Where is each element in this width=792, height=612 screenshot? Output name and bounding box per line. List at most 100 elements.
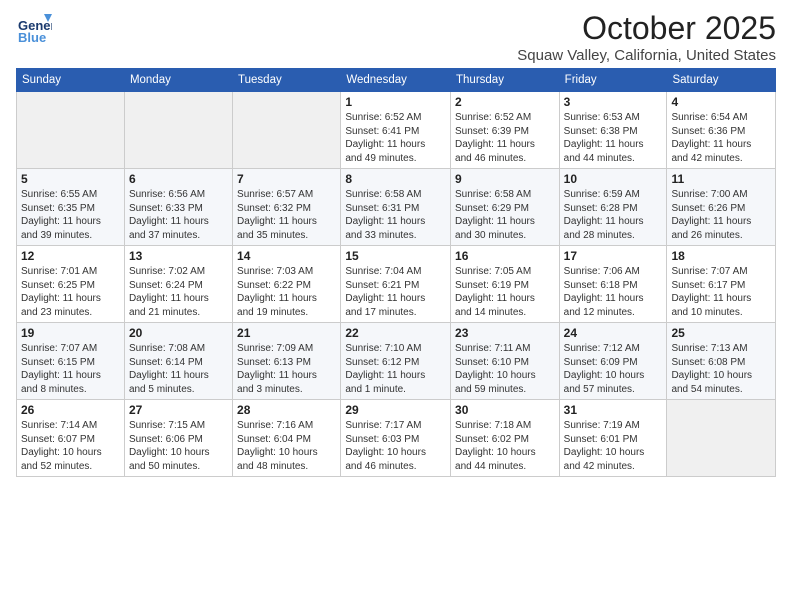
calendar-cell: 16 Sunrise: 7:05 AMSunset: 6:19 PMDayligh… <box>451 246 560 323</box>
day-number: 22 <box>345 326 446 340</box>
day-info: Sunrise: 7:07 AMSunset: 6:17 PMDaylight:… <box>671 265 771 319</box>
col-friday: Friday <box>559 69 667 92</box>
day-number: 8 <box>345 172 446 186</box>
day-number: 6 <box>129 172 228 186</box>
day-number: 15 <box>345 249 446 263</box>
day-number: 21 <box>237 326 336 340</box>
calendar-cell: 5 Sunrise: 6:55 AMSunset: 6:35 PMDaylight… <box>17 169 125 246</box>
day-info: Sunrise: 6:58 AMSunset: 6:31 PMDaylight:… <box>345 188 446 242</box>
day-number: 28 <box>237 403 336 417</box>
location-title: Squaw Valley, California, United States <box>517 47 776 64</box>
header: General Blue October 2025 Squaw Valley, … <box>16 10 776 64</box>
calendar-cell: 7 Sunrise: 6:57 AMSunset: 6:32 PMDaylight… <box>233 169 341 246</box>
day-info: Sunrise: 7:12 AMSunset: 6:09 PMDaylight:… <box>564 342 663 396</box>
calendar-cell: 11 Sunrise: 7:00 AMSunset: 6:26 PMDayligh… <box>667 169 776 246</box>
calendar-cell: 20 Sunrise: 7:08 AMSunset: 6:14 PMDayligh… <box>124 323 232 400</box>
day-number: 29 <box>345 403 446 417</box>
day-number: 17 <box>564 249 663 263</box>
calendar-cell: 22 Sunrise: 7:10 AMSunset: 6:12 PMDayligh… <box>341 323 451 400</box>
day-info: Sunrise: 6:53 AMSunset: 6:38 PMDaylight:… <box>564 111 663 165</box>
day-info: Sunrise: 7:01 AMSunset: 6:25 PMDaylight:… <box>21 265 120 319</box>
calendar-cell <box>233 92 341 169</box>
day-info: Sunrise: 6:52 AMSunset: 6:41 PMDaylight:… <box>345 111 446 165</box>
col-wednesday: Wednesday <box>341 69 451 92</box>
day-info: Sunrise: 7:15 AMSunset: 6:06 PMDaylight:… <box>129 419 228 473</box>
calendar-cell <box>17 92 125 169</box>
day-info: Sunrise: 7:19 AMSunset: 6:01 PMDaylight:… <box>564 419 663 473</box>
day-info: Sunrise: 6:57 AMSunset: 6:32 PMDaylight:… <box>237 188 336 242</box>
col-monday: Monday <box>124 69 232 92</box>
day-info: Sunrise: 6:56 AMSunset: 6:33 PMDaylight:… <box>129 188 228 242</box>
day-info: Sunrise: 6:52 AMSunset: 6:39 PMDaylight:… <box>455 111 555 165</box>
calendar-cell: 1 Sunrise: 6:52 AMSunset: 6:41 PMDaylight… <box>341 92 451 169</box>
calendar-cell: 24Sunrise: 7:12 AMSunset: 6:09 PMDayligh… <box>559 323 667 400</box>
col-tuesday: Tuesday <box>233 69 341 92</box>
day-number: 11 <box>671 172 771 186</box>
calendar-cell: 2Sunrise: 6:52 AMSunset: 6:39 PMDaylight… <box>451 92 560 169</box>
calendar-cell: 8 Sunrise: 6:58 AMSunset: 6:31 PMDaylight… <box>341 169 451 246</box>
day-info: Sunrise: 7:08 AMSunset: 6:14 PMDaylight:… <box>129 342 228 396</box>
day-number: 16 <box>455 249 555 263</box>
day-info: Sunrise: 7:03 AMSunset: 6:22 PMDaylight:… <box>237 265 336 319</box>
calendar-cell: 23 Sunrise: 7:11 AMSunset: 6:10 PMDayligh… <box>451 323 560 400</box>
calendar-cell: 15 Sunrise: 7:04 AMSunset: 6:21 PMDayligh… <box>341 246 451 323</box>
day-info: Sunrise: 7:11 AMSunset: 6:10 PMDaylight:… <box>455 342 555 396</box>
day-number: 13 <box>129 249 228 263</box>
day-info: Sunrise: 7:02 AMSunset: 6:24 PMDaylight:… <box>129 265 228 319</box>
day-info: Sunrise: 7:13 AMSunset: 6:08 PMDaylight:… <box>671 342 771 396</box>
calendar-week-4: 19Sunrise: 7:07 AMSunset: 6:15 PMDayligh… <box>17 323 776 400</box>
calendar-cell: 6 Sunrise: 6:56 AMSunset: 6:33 PMDaylight… <box>124 169 232 246</box>
day-number: 23 <box>455 326 555 340</box>
day-info: Sunrise: 7:05 AMSunset: 6:19 PMDaylight:… <box>455 265 555 319</box>
day-info: Sunrise: 6:55 AMSunset: 6:35 PMDaylight:… <box>21 188 120 242</box>
calendar-cell <box>124 92 232 169</box>
calendar-cell: 26 Sunrise: 7:14 AMSunset: 6:07 PMDayligh… <box>17 400 125 477</box>
calendar-cell: 13 Sunrise: 7:02 AMSunset: 6:24 PMDayligh… <box>124 246 232 323</box>
day-number: 14 <box>237 249 336 263</box>
calendar-table: Sunday Monday Tuesday Wednesday Thursday… <box>16 68 776 477</box>
calendar-cell: 17Sunrise: 7:06 AMSunset: 6:18 PMDayligh… <box>559 246 667 323</box>
day-info: Sunrise: 7:04 AMSunset: 6:21 PMDaylight:… <box>345 265 446 319</box>
calendar-cell: 28 Sunrise: 7:16 AMSunset: 6:04 PMDayligh… <box>233 400 341 477</box>
day-info: Sunrise: 7:09 AMSunset: 6:13 PMDaylight:… <box>237 342 336 396</box>
day-number: 5 <box>21 172 120 186</box>
day-info: Sunrise: 7:14 AMSunset: 6:07 PMDaylight:… <box>21 419 120 473</box>
day-number: 25 <box>671 326 771 340</box>
day-info: Sunrise: 7:00 AMSunset: 6:26 PMDaylight:… <box>671 188 771 242</box>
calendar-cell: 12 Sunrise: 7:01 AMSunset: 6:25 PMDayligh… <box>17 246 125 323</box>
logo: General Blue <box>16 10 52 46</box>
calendar-week-3: 12 Sunrise: 7:01 AMSunset: 6:25 PMDayligh… <box>17 246 776 323</box>
title-block: October 2025 Squaw Valley, California, U… <box>517 10 776 64</box>
calendar-cell: 30Sunrise: 7:18 AMSunset: 6:02 PMDayligh… <box>451 400 560 477</box>
day-number: 31 <box>564 403 663 417</box>
day-number: 26 <box>21 403 120 417</box>
col-thursday: Thursday <box>451 69 560 92</box>
day-info: Sunrise: 6:59 AMSunset: 6:28 PMDaylight:… <box>564 188 663 242</box>
calendar-cell: 14 Sunrise: 7:03 AMSunset: 6:22 PMDayligh… <box>233 246 341 323</box>
calendar-header-row: Sunday Monday Tuesday Wednesday Thursday… <box>17 69 776 92</box>
col-sunday: Sunday <box>17 69 125 92</box>
calendar-cell: 10Sunrise: 6:59 AMSunset: 6:28 PMDayligh… <box>559 169 667 246</box>
calendar-cell: 3 Sunrise: 6:53 AMSunset: 6:38 PMDaylight… <box>559 92 667 169</box>
day-number: 4 <box>671 95 771 109</box>
day-number: 12 <box>21 249 120 263</box>
day-number: 20 <box>129 326 228 340</box>
calendar-week-2: 5 Sunrise: 6:55 AMSunset: 6:35 PMDaylight… <box>17 169 776 246</box>
day-info: Sunrise: 7:16 AMSunset: 6:04 PMDaylight:… <box>237 419 336 473</box>
day-number: 3 <box>564 95 663 109</box>
month-title: October 2025 <box>517 10 776 47</box>
calendar-cell: 27Sunrise: 7:15 AMSunset: 6:06 PMDayligh… <box>124 400 232 477</box>
calendar-cell: 25 Sunrise: 7:13 AMSunset: 6:08 PMDayligh… <box>667 323 776 400</box>
day-info: Sunrise: 6:58 AMSunset: 6:29 PMDaylight:… <box>455 188 555 242</box>
day-number: 1 <box>345 95 446 109</box>
day-number: 7 <box>237 172 336 186</box>
calendar-cell: 29 Sunrise: 7:17 AMSunset: 6:03 PMDayligh… <box>341 400 451 477</box>
calendar-cell: 21 Sunrise: 7:09 AMSunset: 6:13 PMDayligh… <box>233 323 341 400</box>
calendar-cell: 19Sunrise: 7:07 AMSunset: 6:15 PMDayligh… <box>17 323 125 400</box>
calendar-cell: 4 Sunrise: 6:54 AMSunset: 6:36 PMDaylight… <box>667 92 776 169</box>
day-info: Sunrise: 6:54 AMSunset: 6:36 PMDaylight:… <box>671 111 771 165</box>
day-info: Sunrise: 7:10 AMSunset: 6:12 PMDaylight:… <box>345 342 446 396</box>
day-info: Sunrise: 7:07 AMSunset: 6:15 PMDaylight:… <box>21 342 120 396</box>
calendar-week-5: 26 Sunrise: 7:14 AMSunset: 6:07 PMDayligh… <box>17 400 776 477</box>
day-info: Sunrise: 7:17 AMSunset: 6:03 PMDaylight:… <box>345 419 446 473</box>
